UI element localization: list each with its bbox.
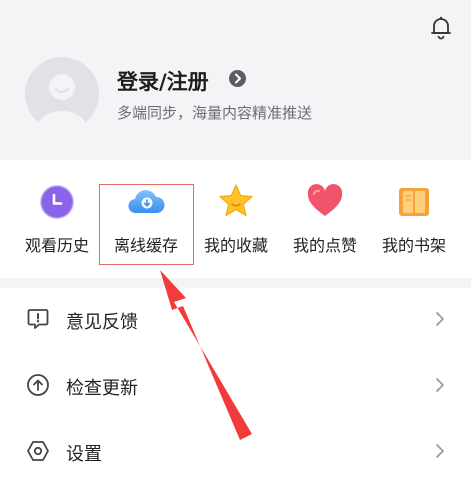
quick-action-label: 我的收藏 xyxy=(203,236,268,255)
book-icon xyxy=(399,188,429,216)
avatar-icon[interactable] xyxy=(25,57,99,131)
profile-header: 登录/注册 多端同步，海量内容精准推送 xyxy=(0,0,471,160)
menu-item-label: 检查更新 xyxy=(66,378,138,399)
quick-actions-bar: 观看历史 离线缓存 我的收藏 我的点赞 我的书架 xyxy=(0,160,471,278)
feedback-icon xyxy=(27,309,49,329)
menu-item-feedback[interactable]: 意见反馈 xyxy=(0,288,471,354)
quick-action-label: 我的书架 xyxy=(381,236,446,255)
chevron-right-icon xyxy=(436,378,444,392)
highlight-box xyxy=(99,184,194,265)
menu-item-check-update[interactable]: 检查更新 xyxy=(0,354,471,420)
login-register-link[interactable]: 登录/注册 xyxy=(117,66,209,96)
bell-icon[interactable] xyxy=(430,16,452,40)
menu-item-label: 意见反馈 xyxy=(66,312,138,333)
quick-action-bookshelf[interactable]: 我的书架 xyxy=(367,160,461,278)
settings-menu: 意见反馈 检查更新 设置 xyxy=(0,288,471,504)
quick-action-history[interactable]: 观看历史 xyxy=(10,160,104,278)
heart-icon xyxy=(307,184,343,216)
quick-action-favorites[interactable]: 我的收藏 xyxy=(189,160,283,278)
update-arrow-icon xyxy=(27,374,49,396)
menu-item-settings[interactable]: 设置 xyxy=(0,420,471,486)
chevron-right-circle-icon[interactable] xyxy=(229,70,246,87)
quick-action-likes[interactable]: 我的点赞 xyxy=(278,160,372,278)
profile-subtitle: 多端同步，海量内容精准推送 xyxy=(117,104,313,122)
history-clock-icon xyxy=(40,185,74,219)
menu-item-label: 设置 xyxy=(66,444,102,465)
chevron-right-icon xyxy=(436,444,444,458)
chevron-right-icon xyxy=(436,312,444,326)
settings-hexagon-icon xyxy=(27,441,49,461)
quick-action-label: 观看历史 xyxy=(24,236,89,255)
quick-action-label: 我的点赞 xyxy=(292,236,357,255)
star-icon xyxy=(219,184,253,217)
